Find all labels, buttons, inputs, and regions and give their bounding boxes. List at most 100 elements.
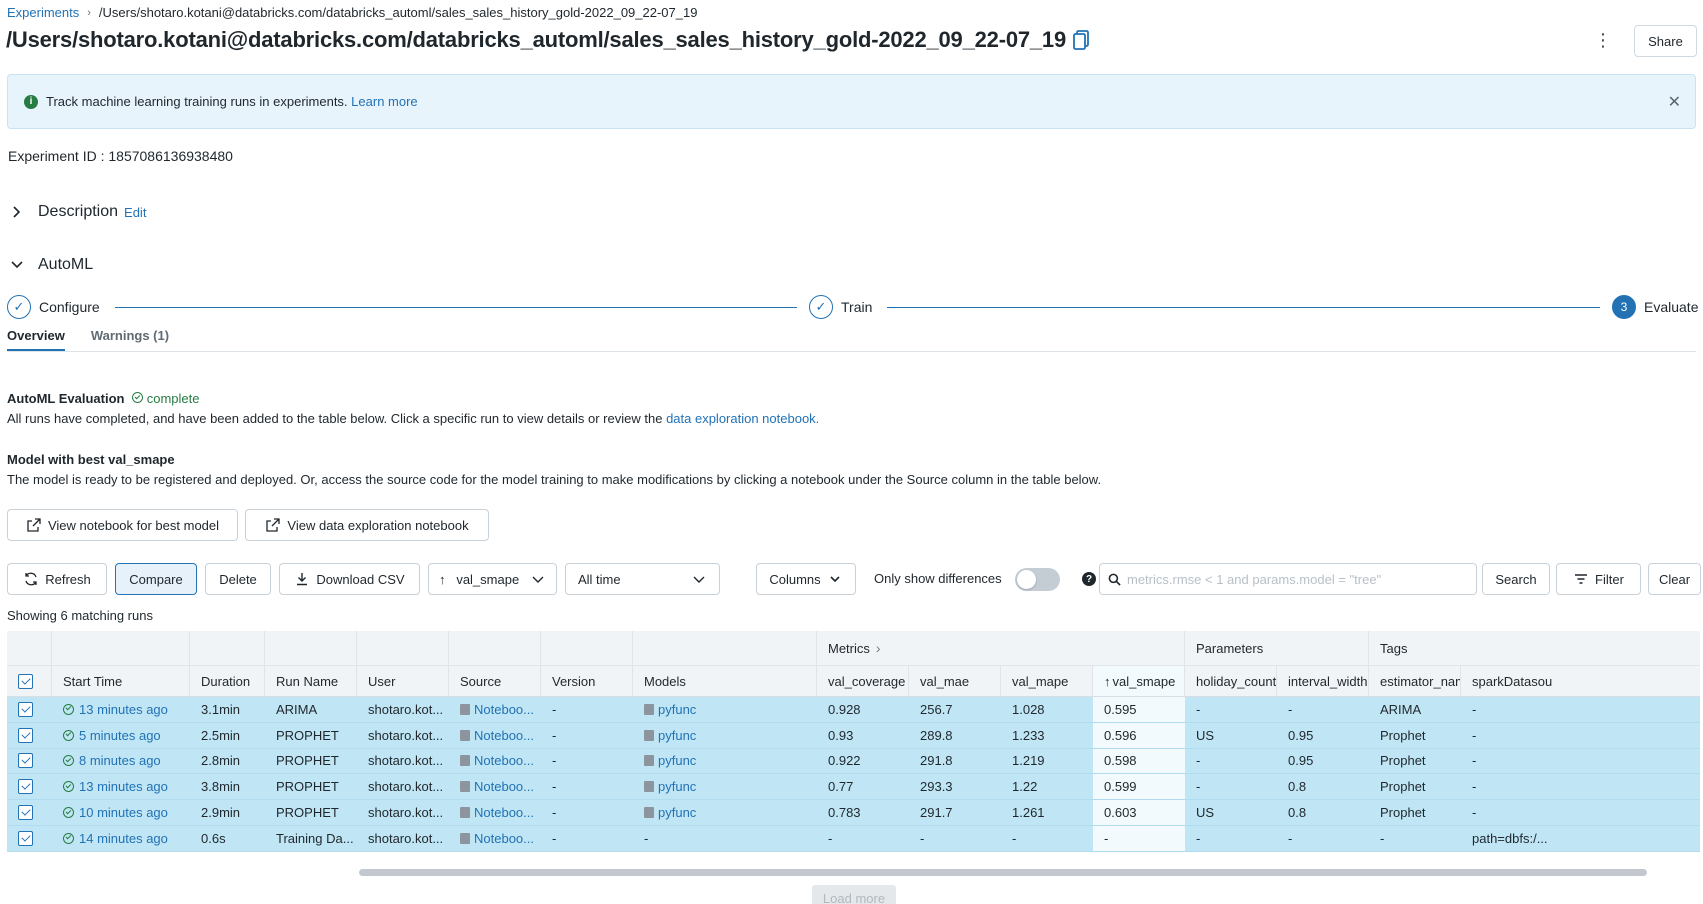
row-select-cell[interactable] [7, 774, 52, 799]
column-header[interactable]: interval_width [1277, 666, 1369, 696]
automl-section[interactable]: AutoML [10, 256, 93, 274]
select-all-checkbox[interactable] [18, 673, 33, 689]
table-cell[interactable]: pyfunc [633, 723, 817, 748]
run-link[interactable]: 5 minutes ago [63, 728, 161, 743]
row-select-cell[interactable] [7, 697, 52, 722]
row-checkbox[interactable] [18, 830, 33, 846]
column-header[interactable]: Version [541, 666, 633, 696]
tab-warnings[interactable]: Warnings (1) [91, 328, 169, 351]
table-cell[interactable]: Noteboo... [449, 826, 541, 851]
run-link[interactable]: 14 minutes ago [63, 831, 168, 846]
sort-select[interactable]: ↑ val_smape [428, 563, 557, 595]
table-cell[interactable]: Noteboo... [449, 800, 541, 825]
row-checkbox[interactable] [18, 805, 33, 821]
model-link[interactable]: pyfunc [658, 753, 696, 768]
view-best-model-notebook-button[interactable]: View notebook for best model [7, 509, 238, 541]
search-button[interactable]: Search [1482, 563, 1550, 595]
model-link[interactable]: pyfunc [658, 805, 696, 820]
breadcrumb-experiments-link[interactable]: Experiments [7, 5, 79, 20]
source-link[interactable]: Noteboo... [474, 779, 534, 794]
table-cell[interactable]: pyfunc [633, 800, 817, 825]
search-field[interactable] [1099, 563, 1477, 595]
column-header[interactable]: val_coverage [817, 666, 909, 696]
column-header[interactable]: sparkDatasou [1461, 666, 1566, 696]
copy-icon[interactable] [1072, 29, 1090, 51]
row-checkbox[interactable] [18, 727, 33, 743]
column-header[interactable]: Start Time [52, 666, 190, 696]
column-header[interactable]: User [357, 666, 449, 696]
table-cell[interactable]: Noteboo... [449, 723, 541, 748]
filter-button[interactable]: Filter [1556, 563, 1641, 595]
table-row[interactable]: 13 minutes ago 3.1min ARIMA shotaro.kot... N… [7, 697, 1700, 723]
close-icon[interactable]: ✕ [1668, 92, 1681, 112]
model-link[interactable]: pyfunc [658, 779, 696, 794]
table-cell[interactable]: Noteboo... [449, 774, 541, 799]
group-metrics[interactable]: Metrics › [817, 631, 1185, 665]
time-range-select[interactable]: All time [565, 563, 720, 595]
horizontal-scrollbar[interactable] [7, 868, 1696, 877]
row-checkbox[interactable] [18, 779, 33, 795]
chevron-down-icon[interactable] [10, 258, 24, 272]
delete-button[interactable]: Delete [205, 563, 271, 595]
column-header[interactable]: Source [449, 666, 541, 696]
model-link[interactable]: pyfunc [658, 728, 696, 743]
table-cell[interactable]: Noteboo... [449, 697, 541, 722]
column-header[interactable]: ↑ val_smape [1093, 666, 1185, 696]
table-cell[interactable]: 13 minutes ago [52, 697, 190, 722]
run-link[interactable]: 10 minutes ago [63, 805, 168, 820]
run-link[interactable]: 8 minutes ago [63, 753, 161, 768]
row-checkbox[interactable] [18, 753, 33, 769]
source-link[interactable]: Noteboo... [474, 753, 534, 768]
chevron-right-icon[interactable] [10, 205, 24, 219]
column-header[interactable]: estimator_nam [1369, 666, 1461, 696]
row-select-cell[interactable] [7, 723, 52, 748]
table-cell[interactable]: 13 minutes ago [52, 774, 190, 799]
table-row[interactable]: 14 minutes ago 0.6s Training Da... shotaro.… [7, 826, 1700, 852]
column-header[interactable]: Run Name [265, 666, 357, 696]
table-row[interactable]: 8 minutes ago 2.8min PROPHET shotaro.kot...… [7, 748, 1700, 775]
share-button[interactable]: Share [1634, 25, 1697, 57]
columns-button[interactable]: Columns [756, 563, 856, 595]
view-data-exploration-button[interactable]: View data exploration notebook [245, 509, 489, 541]
table-row[interactable]: 13 minutes ago 3.8min PROPHET shotaro.kot..… [7, 774, 1700, 801]
column-header[interactable]: Duration [190, 666, 265, 696]
column-header[interactable]: holiday_countr [1185, 666, 1277, 696]
column-header[interactable]: Models [633, 666, 817, 696]
only-differences-toggle[interactable] [1015, 568, 1060, 591]
search-input[interactable] [1127, 571, 1467, 587]
column-header[interactable]: val_mae [909, 666, 1001, 696]
row-select-cell[interactable] [7, 826, 52, 851]
row-select-cell[interactable] [7, 800, 52, 825]
compare-button[interactable]: Compare [115, 563, 197, 595]
more-options-icon[interactable]: ⋮ [1594, 30, 1612, 50]
refresh-button[interactable]: Refresh [7, 563, 107, 595]
table-cell[interactable]: 10 minutes ago [52, 800, 190, 825]
model-link[interactable]: pyfunc [658, 702, 696, 717]
download-csv-button[interactable]: Download CSV [279, 563, 420, 595]
source-link[interactable]: Noteboo... [474, 702, 534, 717]
run-link[interactable]: 13 minutes ago [63, 779, 168, 794]
row-checkbox[interactable] [18, 701, 33, 717]
table-cell[interactable]: pyfunc [633, 749, 817, 774]
table-cell[interactable]: pyfunc [633, 697, 817, 722]
row-select-cell[interactable] [7, 749, 52, 774]
run-link[interactable]: 13 minutes ago [63, 702, 168, 717]
source-link[interactable]: Noteboo... [474, 831, 534, 846]
scrollbar-thumb[interactable] [359, 869, 1647, 876]
source-link[interactable]: Noteboo... [474, 805, 534, 820]
clear-button[interactable]: Clear [1648, 563, 1701, 595]
select-all-cell[interactable] [7, 666, 52, 696]
table-row[interactable]: 10 minutes ago 2.9min PROPHET shotaro.kot..… [7, 800, 1700, 826]
table-row[interactable]: 5 minutes ago 2.5min PROPHET shotaro.kot...… [7, 722, 1700, 749]
column-header[interactable]: val_mape [1001, 666, 1093, 696]
data-exploration-link[interactable]: data exploration notebook. [666, 411, 819, 426]
table-cell[interactable]: pyfunc [633, 774, 817, 799]
load-more-button[interactable]: Load more [812, 885, 896, 904]
table-cell[interactable]: 14 minutes ago [52, 826, 190, 851]
help-icon[interactable]: ? [1082, 572, 1096, 586]
learn-more-link[interactable]: Learn more [351, 94, 417, 109]
source-link[interactable]: Noteboo... [474, 728, 534, 743]
table-cell[interactable]: 5 minutes ago [52, 723, 190, 748]
table-cell[interactable]: 8 minutes ago [52, 749, 190, 774]
table-cell[interactable]: Noteboo... [449, 749, 541, 774]
